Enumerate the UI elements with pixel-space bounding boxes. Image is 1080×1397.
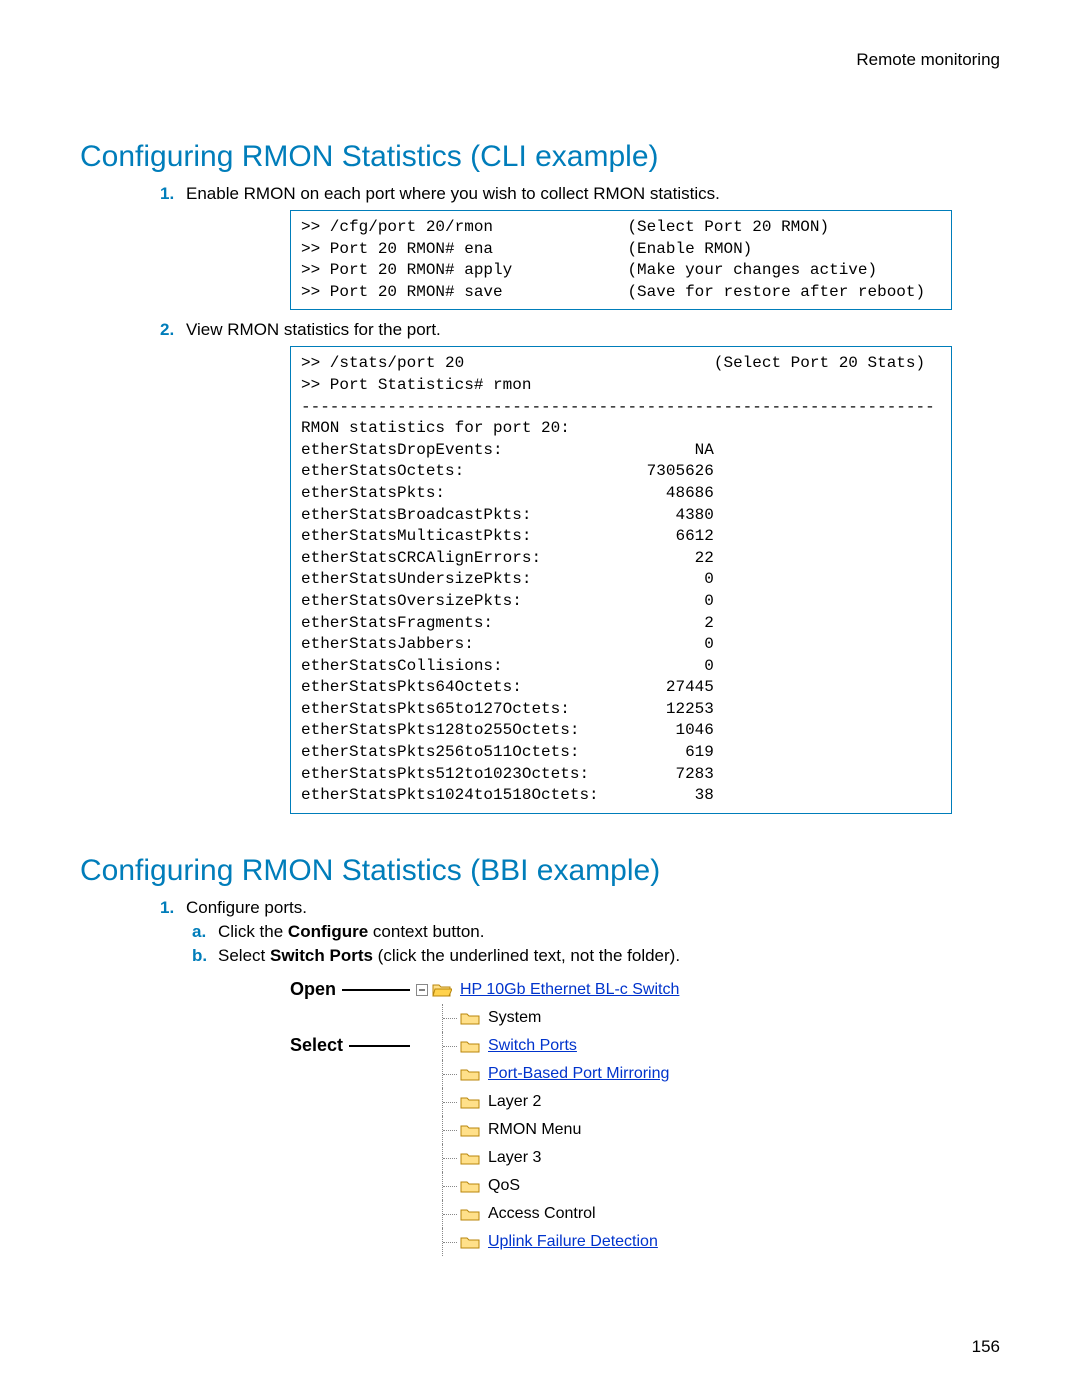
tree-item[interactable]: Uplink Failure Detection <box>416 1228 658 1256</box>
tree-item-label[interactable]: System <box>488 1009 541 1027</box>
tree-connector <box>442 1200 460 1228</box>
tree-item-label[interactable]: Switch Ports <box>488 1037 577 1055</box>
section-title-bbi: Configuring RMON Statistics (BBI example… <box>80 854 1000 888</box>
annot-open: Open <box>290 979 336 1000</box>
folder-icon <box>460 1010 480 1026</box>
tree-item[interactable]: Layer 2 <box>416 1088 541 1116</box>
folder-icon <box>460 1206 480 1222</box>
folder-icon <box>460 1066 480 1082</box>
open-folder-icon <box>432 982 452 998</box>
folder-icon <box>460 1122 480 1138</box>
tree-connector <box>442 1228 460 1256</box>
sub-marker: b. <box>192 946 218 966</box>
bbi-step-b: b. Select Switch Ports (click the underl… <box>192 946 1000 966</box>
annot-line <box>342 989 410 991</box>
tree-item[interactable]: Switch Ports <box>416 1032 577 1060</box>
tree-item-label[interactable]: QoS <box>488 1177 520 1195</box>
folder-icon <box>460 1038 480 1054</box>
tree-item[interactable]: Layer 3 <box>416 1144 541 1172</box>
annot-line <box>349 1045 410 1047</box>
bbi-step-a: a. Click the Configure context button. <box>192 922 1000 942</box>
header-section: Remote monitoring <box>856 50 1000 70</box>
list-marker: 1. <box>160 184 186 204</box>
cli-step-1: 1. Enable RMON on each port where you wi… <box>160 184 1000 204</box>
tree-item[interactable]: RMON Menu <box>416 1116 581 1144</box>
tree-item-label[interactable]: Uplink Failure Detection <box>488 1233 658 1251</box>
list-marker: 2. <box>160 320 186 340</box>
annot-select: Select <box>290 1035 343 1056</box>
tree-item[interactable]: Access Control <box>416 1200 596 1228</box>
bbi-step-1: 1. Configure ports. <box>160 898 1000 918</box>
tree-item[interactable]: Port-Based Port Mirroring <box>416 1060 669 1088</box>
tree-root-label[interactable]: HP 10Gb Ethernet BL-c Switch <box>460 981 679 999</box>
tree-connector <box>442 1144 460 1172</box>
tree-item[interactable]: QoS <box>416 1172 520 1200</box>
minus-box-icon[interactable] <box>416 984 428 996</box>
cli-codebox-1: >> /cfg/port 20/rmon (Select Port 20 RMO… <box>290 210 952 310</box>
tree-item-label[interactable]: Port-Based Port Mirroring <box>488 1065 669 1083</box>
nav-tree: Open HP 10Gb Ethernet BL-c Switch System… <box>290 976 1000 1256</box>
folder-icon <box>460 1234 480 1250</box>
list-marker: 1. <box>160 898 186 918</box>
tree-connector <box>442 1004 460 1032</box>
tree-item[interactable]: System <box>416 1004 541 1032</box>
cli-step-2-text: View RMON statistics for the port. <box>186 320 441 340</box>
cli-step-1-text: Enable RMON on each port where you wish … <box>186 184 720 204</box>
tree-item-label[interactable]: RMON Menu <box>488 1121 581 1139</box>
section-title-cli: Configuring RMON Statistics (CLI example… <box>80 140 1000 174</box>
page-number: 156 <box>972 1337 1000 1357</box>
tree-item-label[interactable]: Layer 3 <box>488 1149 541 1167</box>
tree-connector <box>442 1172 460 1200</box>
bbi-step-b-text: Select Switch Ports (click the underline… <box>218 946 680 966</box>
sub-marker: a. <box>192 922 218 942</box>
cli-codebox-2: >> /stats/port 20 (Select Port 20 Stats)… <box>290 346 952 813</box>
tree-root[interactable]: HP 10Gb Ethernet BL-c Switch <box>416 981 679 999</box>
folder-icon <box>460 1150 480 1166</box>
folder-icon <box>460 1094 480 1110</box>
cli-step-2: 2. View RMON statistics for the port. <box>160 320 1000 340</box>
tree-connector <box>442 1032 460 1060</box>
bbi-step-a-text: Click the Configure context button. <box>218 922 484 942</box>
tree-connector <box>442 1060 460 1088</box>
tree-connector <box>442 1088 460 1116</box>
tree-item-label[interactable]: Layer 2 <box>488 1093 541 1111</box>
tree-item-label[interactable]: Access Control <box>488 1205 596 1223</box>
folder-icon <box>460 1178 480 1194</box>
bbi-step-1-text: Configure ports. <box>186 898 307 918</box>
tree-connector <box>442 1116 460 1144</box>
